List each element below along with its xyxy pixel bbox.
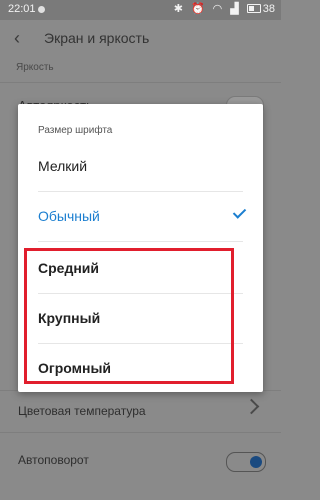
autorotate-label: Автоповорот [18, 453, 89, 467]
app-bar: ‹ Экран и яркость [0, 20, 281, 58]
wifi-icon: ◠ [212, 3, 223, 15]
dialog-title: Размер шрифта [38, 125, 113, 136]
color-temperature-row[interactable]: Цветовая температура [0, 390, 281, 433]
autorotate-switch[interactable] [226, 452, 266, 472]
status-icons: ✱ ⏰ ◠ ▟ 38 [173, 2, 275, 16]
section-label-brightness: Яркость [16, 62, 54, 73]
battery-level: 38 [262, 2, 275, 15]
option-small[interactable]: Мелкий [18, 142, 263, 192]
page-title: Экран и яркость [44, 30, 150, 46]
signal-icon: ▟ [230, 3, 239, 15]
alarm-icon: ⏰ [190, 3, 205, 15]
chevron-right-icon [243, 398, 260, 415]
notification-dot-icon [38, 6, 45, 13]
red-highlight-frame [24, 248, 234, 384]
color-temperature-label: Цветовая температура [18, 404, 146, 418]
divider [38, 241, 243, 242]
option-label: Мелкий [38, 158, 88, 174]
back-arrow-icon[interactable]: ‹ [14, 28, 32, 48]
autorotate-row: Автоповорот [0, 432, 281, 489]
bluetooth-icon: ✱ [173, 3, 183, 15]
option-label: Обычный [38, 208, 100, 224]
status-time: 22:01 [8, 3, 36, 15]
check-icon [232, 205, 247, 219]
status-bar: 22:01 ✱ ⏰ ◠ ▟ 38 [0, 0, 281, 20]
option-normal[interactable]: Обычный [18, 192, 263, 242]
battery-icon: 38 [246, 2, 275, 15]
